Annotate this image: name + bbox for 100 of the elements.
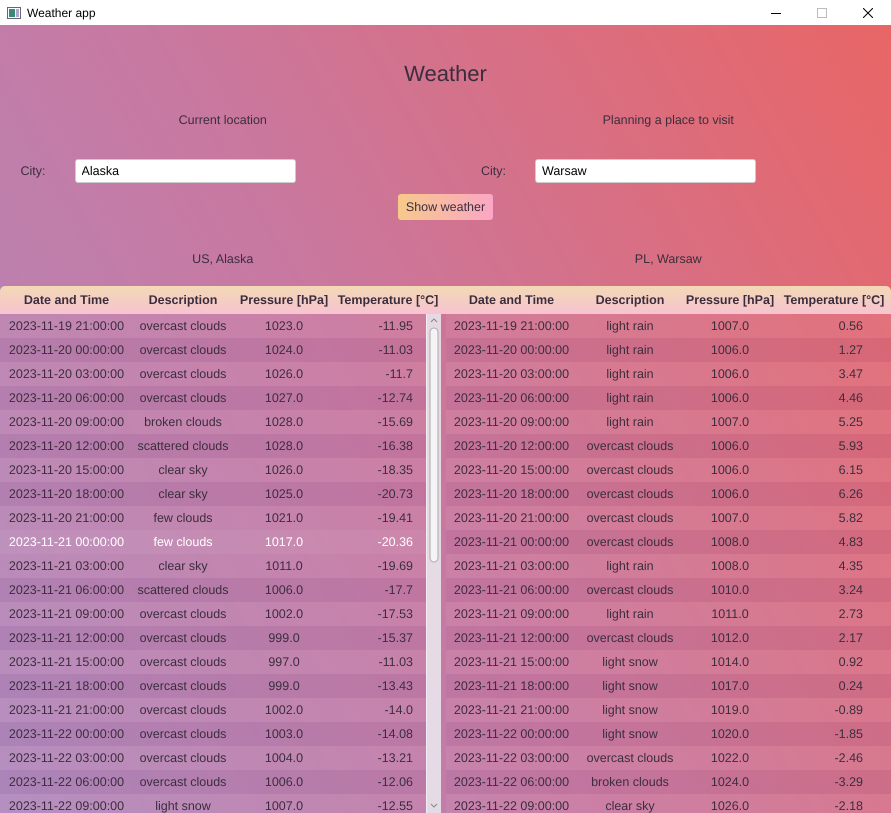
table-row[interactable]: 2023-11-21 06:00:00 scattered clouds 1006.0 -17.7 <box>0 578 426 602</box>
table-cell-text: 2023-11-22 03:00:00 <box>452 751 570 765</box>
column-header[interactable]: Description <box>133 293 233 307</box>
table-row[interactable]: 2023-11-21 18:00:00 light snow 1017.0 0.24 <box>446 674 891 698</box>
table-row[interactable]: 2023-11-22 09:00:00 clear sky 1026.0 -2.18 <box>446 794 891 813</box>
table-row[interactable]: 2023-11-21 06:00:00 overcast clouds 1010.0 3.24 <box>446 578 891 602</box>
table-row[interactable]: 2023-11-21 03:00:00 light rain 1008.0 4.35 <box>446 554 891 578</box>
section-label: Planning a place to visit <box>602 113 734 127</box>
table-row[interactable]: 2023-11-20 18:00:00 overcast clouds 1006.0 6.26 <box>446 482 891 506</box>
section-label: Current location <box>178 113 267 127</box>
table-cell-text: 2023-11-20 15:00:00 <box>452 463 570 477</box>
table-row[interactable]: 2023-11-20 21:00:00 overcast clouds 1007.0 5.82 <box>446 506 891 530</box>
table-row[interactable]: 2023-11-22 03:00:00 overcast clouds 1004.0 -13.21 <box>0 746 426 770</box>
column-header[interactable]: Date and Time <box>0 293 133 307</box>
table-row[interactable]: 2023-11-21 15:00:00 light snow 1014.0 0.92 <box>446 650 891 674</box>
city-field[interactable]: Alaska <box>74 159 296 183</box>
table-cell-text: 1006.0 <box>710 463 750 477</box>
column-header[interactable]: Temperature [°C] <box>777 293 891 307</box>
table-row[interactable]: 2023-11-20 12:00:00 scattered clouds 1028.0 -16.38 <box>0 434 426 458</box>
table-cell-text: overcast clouds <box>138 367 228 381</box>
close-icon[interactable] <box>863 8 873 18</box>
table-row[interactable]: 2023-11-19 21:00:00 overcast clouds 1023.0 -11.95 <box>0 314 426 338</box>
table-cell-text: 2023-11-21 12:00:00 <box>452 631 570 645</box>
city-label: City: <box>20 164 46 178</box>
table-row[interactable]: 2023-11-22 00:00:00 overcast clouds 1003.0 -14.08 <box>0 722 426 746</box>
table-cell-text: 1006.0 <box>710 487 750 501</box>
table-row[interactable]: 2023-11-21 00:00:00 overcast clouds 1008.0 4.83 <box>446 530 891 554</box>
table-row[interactable]: 2023-11-20 12:00:00 overcast clouds 1006.0 5.93 <box>446 434 891 458</box>
table-row[interactable]: 2023-11-20 06:00:00 light rain 1006.0 4.46 <box>446 386 891 410</box>
app-icon <box>7 6 21 18</box>
table-row[interactable]: 2023-11-21 09:00:00 light rain 1011.0 2.73 <box>446 602 891 626</box>
table-cell-text: 2023-11-22 03:00:00 <box>8 751 126 765</box>
table-cell-text: 3.47 <box>838 367 864 381</box>
table-cell-text: clear sky <box>157 487 209 501</box>
table-cell-text: -11.95 <box>377 319 414 333</box>
table-row[interactable]: 2023-11-21 18:00:00 overcast clouds 999.0 -13.43 <box>0 674 426 698</box>
table-cell-text: 997.0 <box>267 655 301 669</box>
column-header[interactable]: Pressure [hPa] <box>683 293 777 307</box>
table-cell-text: -13.21 <box>376 751 414 765</box>
table-row[interactable]: 2023-11-20 03:00:00 overcast clouds 1026.0 -11.7 <box>0 362 426 386</box>
table-cell-text: overcast clouds <box>138 319 228 333</box>
table-row[interactable]: 2023-11-22 00:00:00 light snow 1020.0 -1.85 <box>446 722 891 746</box>
table-row[interactable]: 2023-11-21 03:00:00 clear sky 1011.0 -19.69 <box>0 554 426 578</box>
table-row[interactable]: 2023-11-20 09:00:00 broken clouds 1028.0 -15.69 <box>0 410 426 434</box>
table-cell-text: 5.82 <box>838 511 864 525</box>
table-cell-text: 2023-11-22 00:00:00 <box>8 727 126 741</box>
table-row[interactable]: 2023-11-20 03:00:00 light rain 1006.0 3.47 <box>446 362 891 386</box>
table-cell-text: -12.74 <box>376 391 414 405</box>
table-row[interactable]: 2023-11-21 15:00:00 overcast clouds 997.0 -11.03 <box>0 650 426 674</box>
table-cell-text: 1007.0 <box>710 415 750 429</box>
show-weather-button[interactable]: Show weather <box>398 194 494 220</box>
table-cell-text: scattered clouds <box>136 583 230 597</box>
column-header[interactable]: Pressure [hPa] <box>233 293 335 307</box>
table-cell-text: 2023-11-20 21:00:00 <box>8 511 126 525</box>
table-cell-text: 2023-11-21 21:00:00 <box>8 703 126 717</box>
table-cell-text: light snow <box>154 799 212 813</box>
table-cell-text: 1007.0 <box>710 511 750 525</box>
table-row[interactable]: 2023-11-20 00:00:00 overcast clouds 1024.0 -11.03 <box>0 338 426 362</box>
table-cell-text: -11.03 <box>377 343 414 357</box>
table-cell-text: few clouds <box>152 511 214 525</box>
column-header[interactable]: Date and Time <box>446 293 577 307</box>
table-row[interactable]: 2023-11-22 09:00:00 light snow 1007.0 -12.55 <box>0 794 426 813</box>
table-row[interactable]: 2023-11-20 06:00:00 overcast clouds 1027.0 -12.74 <box>0 386 426 410</box>
table-row[interactable]: 2023-11-20 15:00:00 clear sky 1026.0 -18.35 <box>0 458 426 482</box>
table-row[interactable]: 2023-11-21 21:00:00 overcast clouds 1002.0 -14.0 <box>0 698 426 722</box>
table-row[interactable]: 2023-11-20 21:00:00 few clouds 1021.0 -19.41 <box>0 506 426 530</box>
table-cell-text: 2023-11-21 15:00:00 <box>452 655 570 669</box>
table-row[interactable]: 2023-11-20 18:00:00 clear sky 1025.0 -20.73 <box>0 482 426 506</box>
table-cell-text: 2023-11-22 06:00:00 <box>8 775 126 789</box>
table-row[interactable]: 2023-11-21 09:00:00 overcast clouds 1002.0 -17.53 <box>0 602 426 626</box>
table-cell-text: light rain <box>605 559 655 573</box>
table-cell-text: overcast clouds <box>586 463 674 477</box>
table-cell-text: -15.37 <box>376 631 414 645</box>
table-cell-text: 1007.0 <box>710 319 750 333</box>
table-cell-text: light rain <box>605 391 655 405</box>
table-row[interactable]: 2023-11-21 21:00:00 light snow 1019.0 -0.89 <box>446 698 891 722</box>
table-cell-text: light snow <box>601 703 659 717</box>
table-row[interactable]: 2023-11-20 09:00:00 light rain 1007.0 5.25 <box>446 410 891 434</box>
table-cell-text: 1008.0 <box>710 559 750 573</box>
city-field[interactable]: Warsaw <box>535 159 756 183</box>
column-header[interactable]: Description <box>577 293 683 307</box>
table-row[interactable]: 2023-11-20 00:00:00 light rain 1006.0 1.27 <box>446 338 891 362</box>
table-cell-text: overcast clouds <box>138 751 228 765</box>
table-cell-text: overcast clouds <box>586 535 674 549</box>
table-row[interactable]: 2023-11-19 21:00:00 light rain 1007.0 0.56 <box>446 314 891 338</box>
table-row[interactable]: 2023-11-22 06:00:00 broken clouds 1024.0 -3.29 <box>446 770 891 794</box>
table-row[interactable]: 2023-11-21 00:00:00 few clouds 1017.0 -20.36 <box>0 530 426 554</box>
column-header[interactable]: Temperature [°C] <box>335 293 441 307</box>
table-cell-text: 2023-11-20 03:00:00 <box>452 367 570 381</box>
table-cell-text: 999.0 <box>267 631 301 645</box>
table-row[interactable]: 2023-11-21 12:00:00 overcast clouds 999.0 -15.37 <box>0 626 426 650</box>
table-row[interactable]: 2023-11-21 12:00:00 overcast clouds 1012.0 2.17 <box>446 626 891 650</box>
table-row[interactable]: 2023-11-22 06:00:00 overcast clouds 1006.0 -12.06 <box>0 770 426 794</box>
table-cell-text: broken clouds <box>590 775 670 789</box>
table-row[interactable]: 2023-11-22 03:00:00 overcast clouds 1022.0 -2.46 <box>446 746 891 770</box>
location-label: PL, Warsaw <box>634 252 703 266</box>
table-cell-text: -11.03 <box>377 655 414 669</box>
table-cell-text: -20.36 <box>376 535 414 549</box>
table-row[interactable]: 2023-11-20 15:00:00 overcast clouds 1006.0 6.15 <box>446 458 891 482</box>
table-cell-text: 2023-11-21 18:00:00 <box>452 679 570 693</box>
